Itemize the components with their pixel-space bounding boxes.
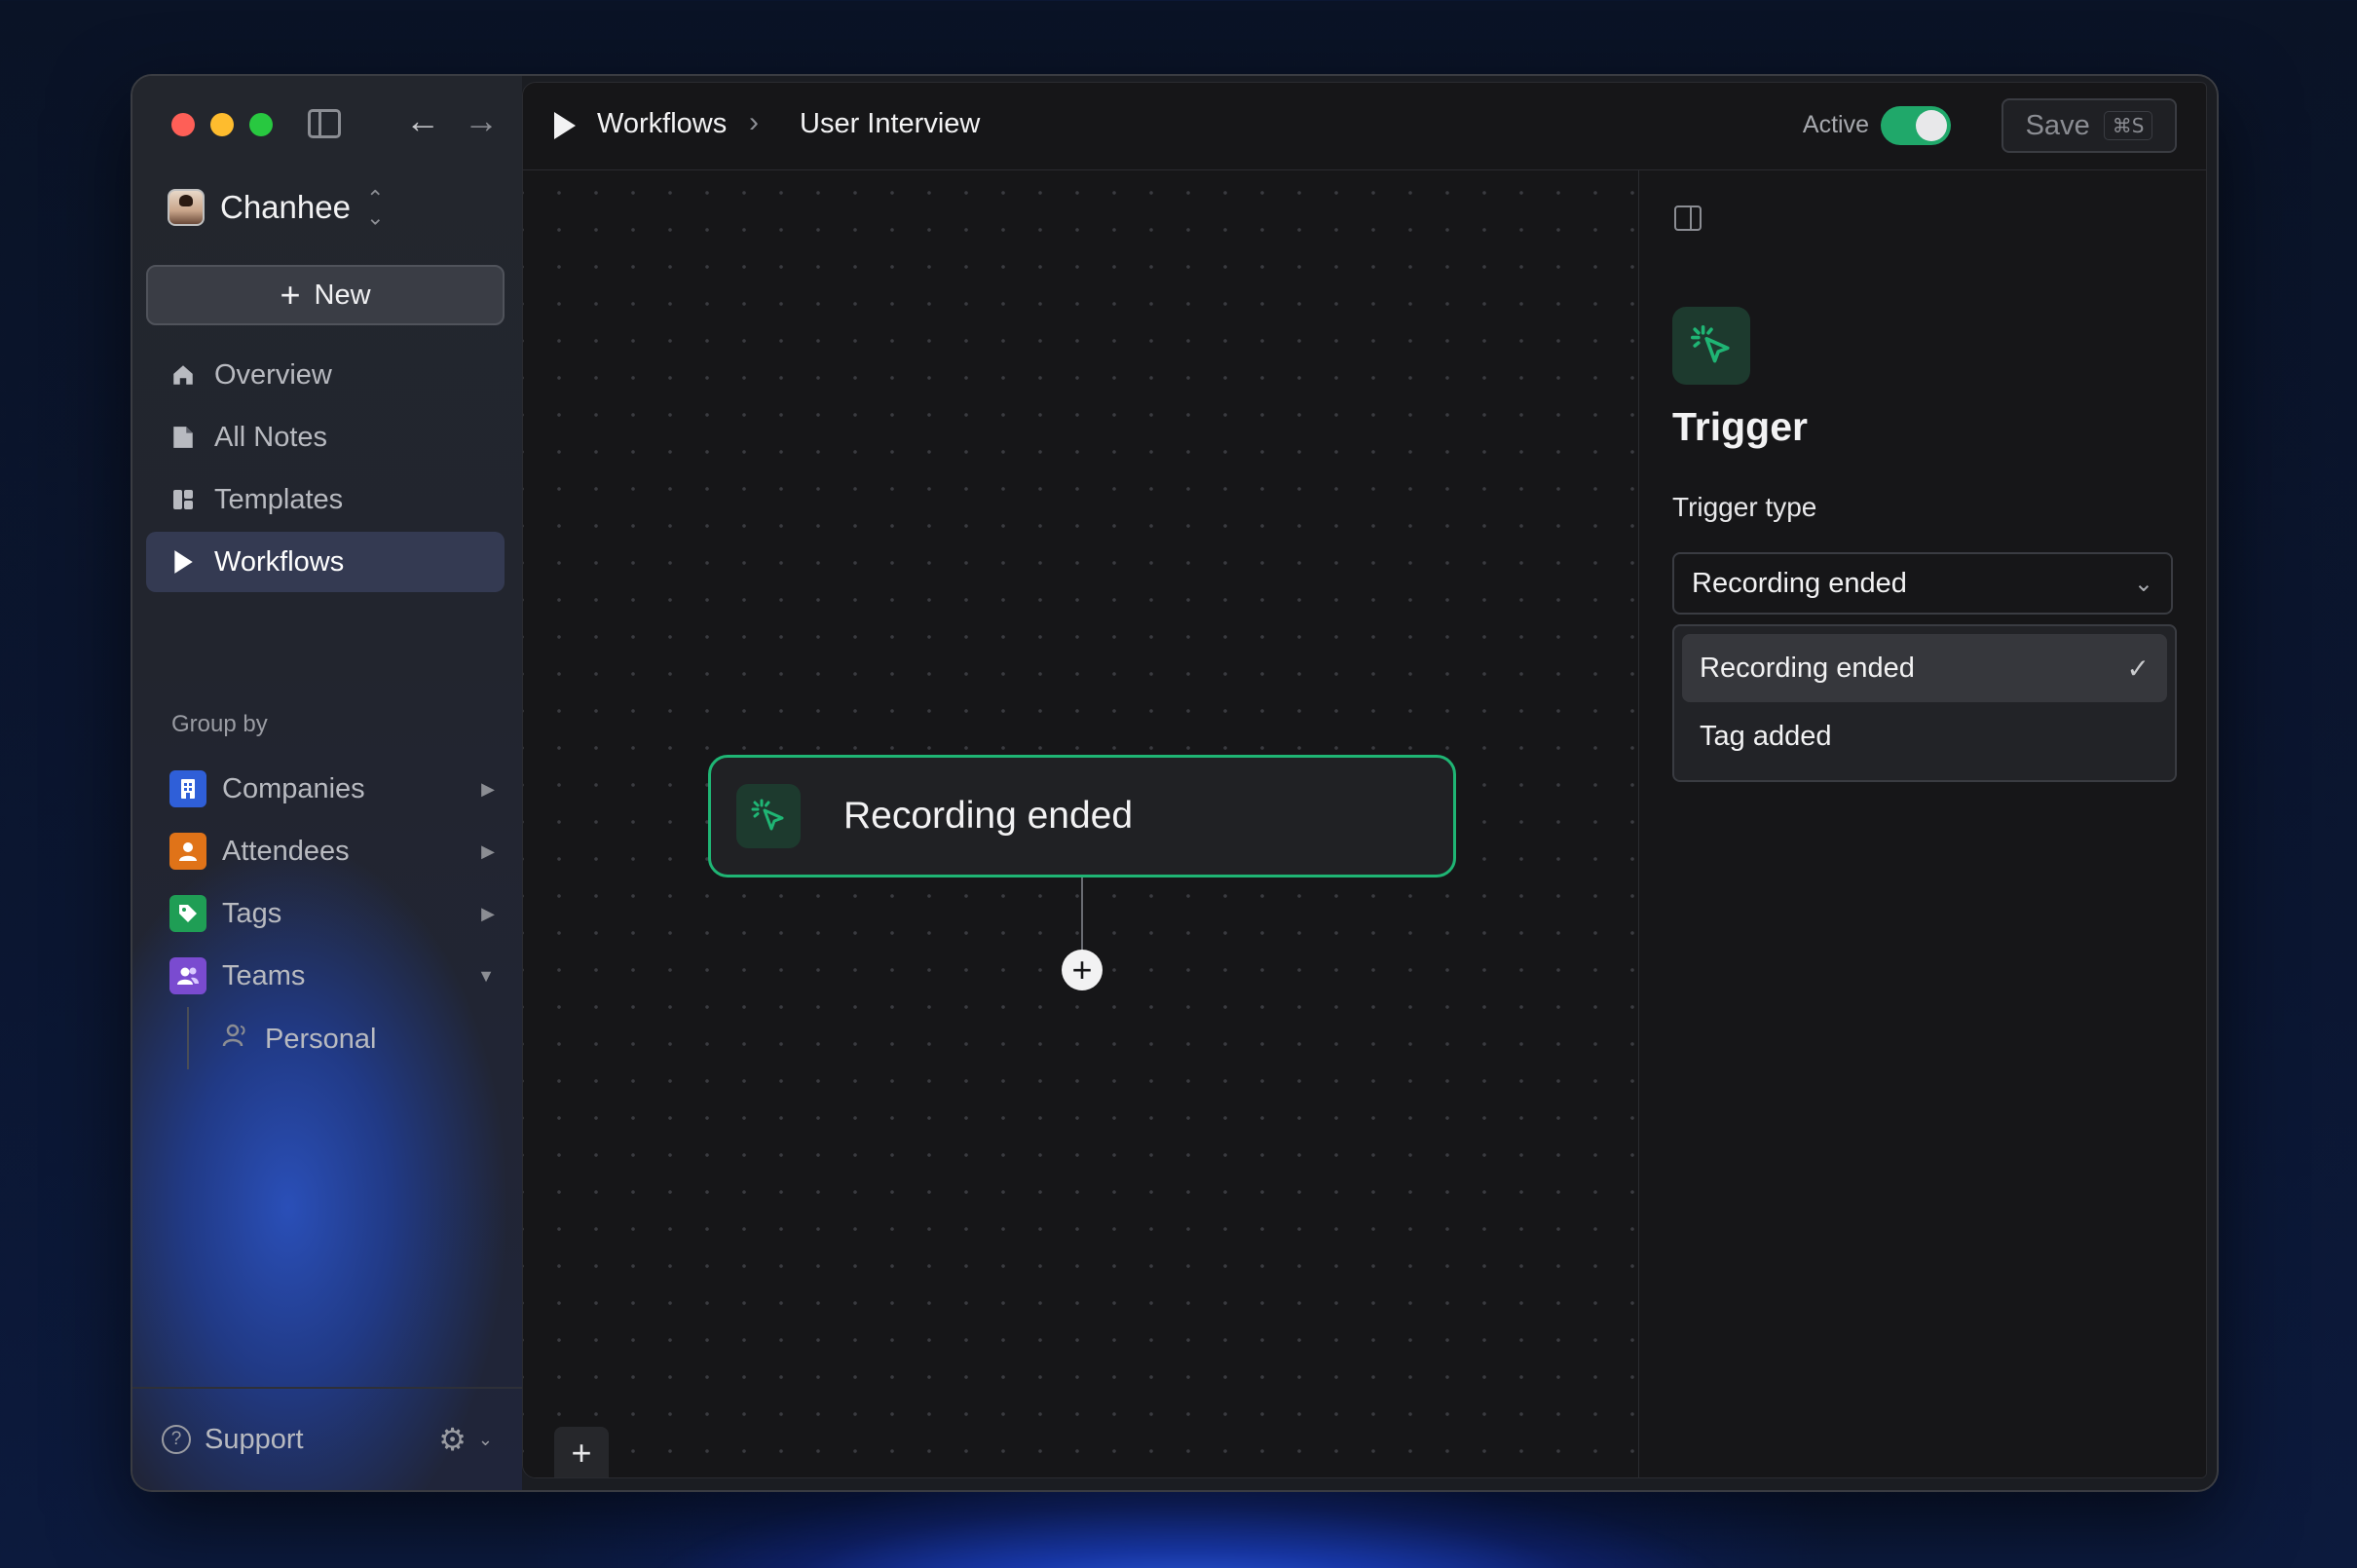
gear-icon: ⚙ <box>438 1422 467 1457</box>
close-window-button[interactable] <box>171 113 195 136</box>
notes-icon <box>169 424 197 451</box>
zoom-window-button[interactable] <box>249 113 273 136</box>
sidebar-item-label: Workflows <box>214 545 345 578</box>
chevron-down-icon: ⌄ <box>477 1429 493 1449</box>
active-label: Active <box>1802 111 1869 138</box>
topbar: Workflows › User Interview Active Save ⌘… <box>523 83 2206 170</box>
building-icon <box>169 770 206 807</box>
team-item-label: Personal <box>265 1023 377 1055</box>
group-list: Companies ▶ Attendees ▶ Tags ▶ Teams ▼ <box>169 758 510 1007</box>
trigger-type-dropdown: Recording ended ✓ Tag added <box>1672 624 2177 782</box>
save-button[interactable]: Save ⌘S <box>2002 98 2177 153</box>
save-label: Save <box>2025 109 2090 141</box>
new-button[interactable]: + New <box>146 265 505 325</box>
caret-right-icon[interactable]: ▶ <box>481 841 495 862</box>
plus-icon: + <box>280 275 301 315</box>
option-label: Recording ended <box>1700 652 1915 684</box>
tree-line <box>187 1007 189 1069</box>
group-item-attendees[interactable]: Attendees ▶ <box>169 820 510 882</box>
trigger-node-label: Recording ended <box>843 795 1134 837</box>
trigger-node[interactable]: Recording ended <box>708 755 1456 877</box>
chevron-down-icon: ⌄ <box>2133 570 2153 597</box>
breadcrumb-current[interactable]: User Interview <box>800 108 980 140</box>
trigger-type-select[interactable]: Recording ended ⌄ <box>1672 552 2173 615</box>
support-label: Support <box>205 1423 304 1455</box>
new-button-label: New <box>314 279 371 311</box>
settings-menu[interactable]: ⚙ ⌄ <box>438 1421 493 1458</box>
panel-title: Trigger <box>1672 404 1808 449</box>
trigger-type-label: Trigger type <box>1672 492 1817 522</box>
home-icon <box>169 361 197 389</box>
chevron-up-down-icon: ⌃ ⌃ <box>365 186 385 229</box>
check-icon: ✓ <box>2126 653 2150 684</box>
breadcrumb-workflows[interactable]: Workflows <box>597 108 727 140</box>
play-icon <box>169 548 197 576</box>
chevron-right-icon: › <box>749 106 759 138</box>
sidebar-item-label: All Notes <box>214 421 328 453</box>
sidebar-footer: ? Support ⚙ ⌄ <box>132 1387 522 1490</box>
select-value: Recording ended <box>1692 567 1907 599</box>
sidebar-item-templates[interactable]: Templates <box>146 469 505 530</box>
group-item-teams[interactable]: Teams ▼ <box>169 945 510 1007</box>
option-recording-ended[interactable]: Recording ended ✓ <box>1682 634 2167 702</box>
sidebar-nav: Overview All Notes Templates Workflows <box>146 345 505 594</box>
add-step-button[interactable]: + <box>1062 950 1103 990</box>
inspector-panel: Trigger Trigger type Recording ended ⌄ R… <box>1639 170 2206 1477</box>
group-item-companies[interactable]: Companies ▶ <box>169 758 510 820</box>
question-icon: ? <box>162 1425 191 1454</box>
sidebar-item-label: Templates <box>214 483 344 515</box>
user-switcher[interactable]: Chanhee ⌃ ⌃ <box>168 186 385 229</box>
group-item-label: Teams <box>222 959 306 991</box>
team-item-personal[interactable]: Personal <box>222 1015 376 1064</box>
option-tag-added[interactable]: Tag added <box>1682 702 2167 770</box>
caret-right-icon[interactable]: ▶ <box>481 779 495 800</box>
sidebar-toggle-icon[interactable] <box>308 109 341 138</box>
sidebar-item-workflows[interactable]: Workflows <box>146 532 505 592</box>
avatar <box>168 189 205 226</box>
sidebar-item-overview[interactable]: Overview <box>146 345 505 405</box>
support-button[interactable]: ? Support <box>162 1424 304 1456</box>
group-item-label: Tags <box>222 897 282 929</box>
sidebar-item-all-notes[interactable]: All Notes <box>146 407 505 467</box>
back-arrow-icon[interactable]: ← <box>405 103 440 138</box>
zoom-controls: + − <box>554 1427 609 1477</box>
workflow-canvas[interactable]: Recording ended + + − <box>523 170 1639 1477</box>
window-controls <box>171 113 273 136</box>
group-item-label: Companies <box>222 772 365 804</box>
person-icon <box>169 833 206 870</box>
zoom-in-button[interactable]: + <box>571 1433 591 1474</box>
sidebar: ← → Chanhee ⌃⌃ + New Overview All Notes <box>132 76 522 1490</box>
tag-icon <box>169 895 206 932</box>
sidebar-item-label: Overview <box>214 358 332 391</box>
user-name: Chanhee <box>220 189 351 225</box>
app-window: ← → Chanhee ⌃⌃ + New Overview All Notes <box>131 74 2219 1492</box>
node-connector <box>1081 877 1083 952</box>
cursor-click-icon <box>736 784 801 848</box>
main-area: Workflows › User Interview Active Save ⌘… <box>522 82 2207 1478</box>
group-item-tags[interactable]: Tags ▶ <box>169 882 510 945</box>
person-outline-icon <box>222 1023 249 1056</box>
save-shortcut: ⌘S <box>2103 111 2153 140</box>
group-item-label: Attendees <box>222 835 350 867</box>
forward-arrow-icon[interactable]: → <box>464 103 499 138</box>
cursor-click-icon <box>1672 307 1750 385</box>
panel-toggle-icon[interactable] <box>1674 205 1702 231</box>
caret-down-icon[interactable]: ▼ <box>477 966 495 987</box>
team-icon <box>169 957 206 994</box>
group-by-label: Group by <box>171 711 268 737</box>
option-label: Tag added <box>1700 720 1832 752</box>
minimize-window-button[interactable] <box>210 113 234 136</box>
active-toggle[interactable] <box>1881 106 1951 145</box>
caret-right-icon[interactable]: ▶ <box>481 904 495 924</box>
templates-icon <box>169 486 197 513</box>
play-icon <box>554 112 576 139</box>
